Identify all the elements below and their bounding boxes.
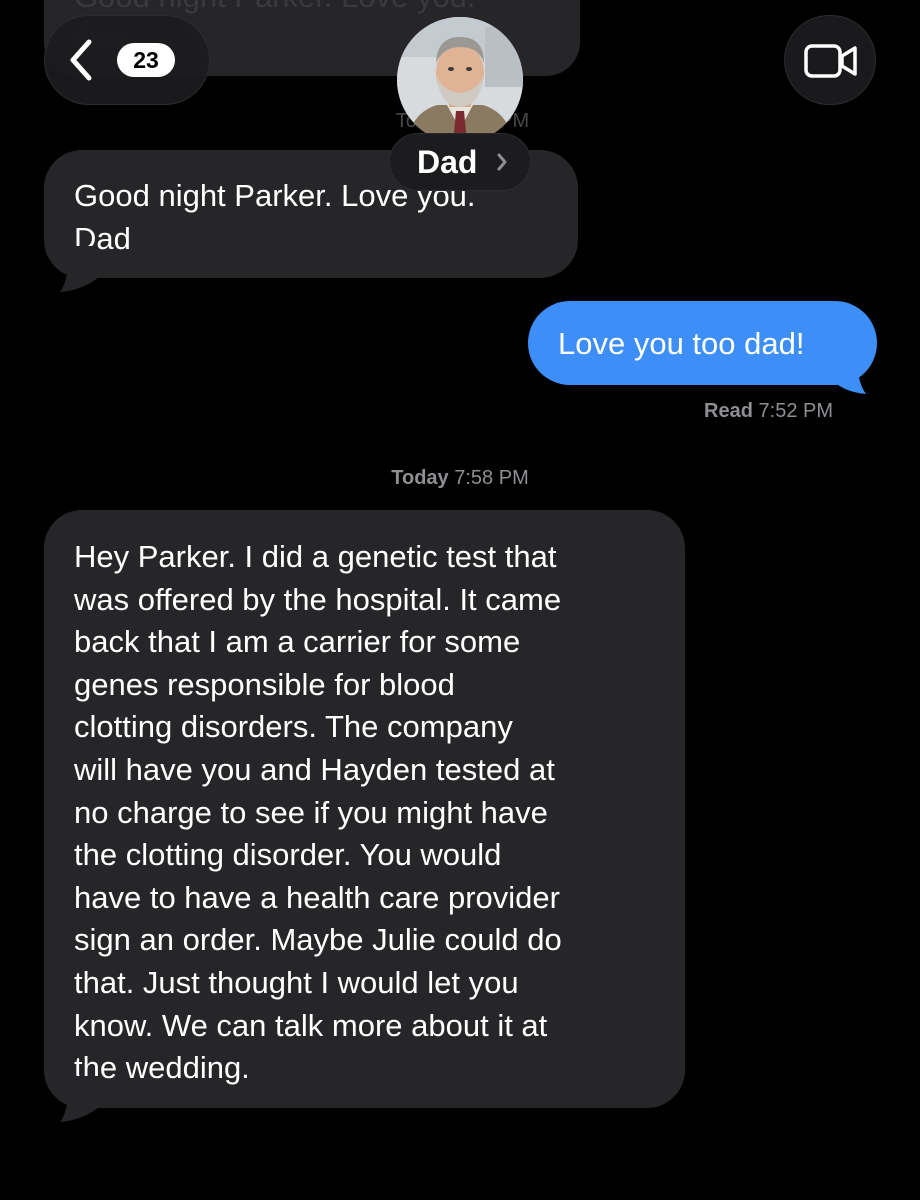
video-call-button[interactable] — [784, 15, 876, 105]
avatar-photo — [397, 17, 523, 143]
bubble-tail — [60, 246, 100, 292]
unread-count-badge: 23 — [117, 43, 175, 77]
contact-name-button[interactable]: Dad — [389, 133, 531, 191]
timestamp-divider: Today 7:58 PM — [0, 467, 920, 490]
message-text: Love you too dad! — [558, 326, 805, 361]
back-button[interactable]: 23 — [44, 15, 210, 105]
bubble-tail — [832, 352, 866, 394]
read-receipt-time: 7:52 PM — [758, 400, 833, 422]
contact-name: Dad — [417, 144, 478, 180]
message-line: no charge to see if you might have — [74, 794, 548, 830]
message-line: Hey Parker. I did a genetic test that — [74, 539, 557, 574]
message-line: the wedding. — [74, 1050, 250, 1086]
message-line: will have you and Hayden tested at — [74, 751, 555, 787]
message-line: that. Just thought I would let you — [74, 964, 519, 1000]
message-line: have to have a health care provider — [74, 879, 560, 915]
message-bubble-outgoing[interactable]: Love you too dad! — [528, 301, 877, 385]
timestamp-day: Today — [391, 467, 449, 489]
bubble-tail — [60, 1076, 100, 1122]
message-line: the clotting disorder. You would — [74, 837, 502, 873]
message-line: back that I am a carrier for some — [74, 624, 521, 660]
chevron-right-icon — [497, 153, 507, 171]
timestamp-time: 7:58 PM — [454, 467, 529, 489]
read-receipt-label: Read — [704, 400, 753, 422]
contact-avatar[interactable] — [397, 17, 523, 143]
message-line: was offered by the hospital. It came — [74, 581, 562, 617]
message-line: sign an order. Maybe Julie could do — [74, 922, 562, 958]
message-bubble-incoming[interactable]: Hey Parker. I did a genetic test that wa… — [44, 510, 685, 1108]
message-line: know. We can talk more about it at — [74, 1007, 548, 1043]
read-receipt: Read 7:52 PM — [560, 400, 833, 423]
chevron-left-icon — [70, 39, 92, 81]
message-line: clotting disorders. The company — [74, 709, 513, 745]
video-camera-icon — [804, 44, 857, 78]
message-line: genes responsible for blood — [74, 666, 455, 702]
